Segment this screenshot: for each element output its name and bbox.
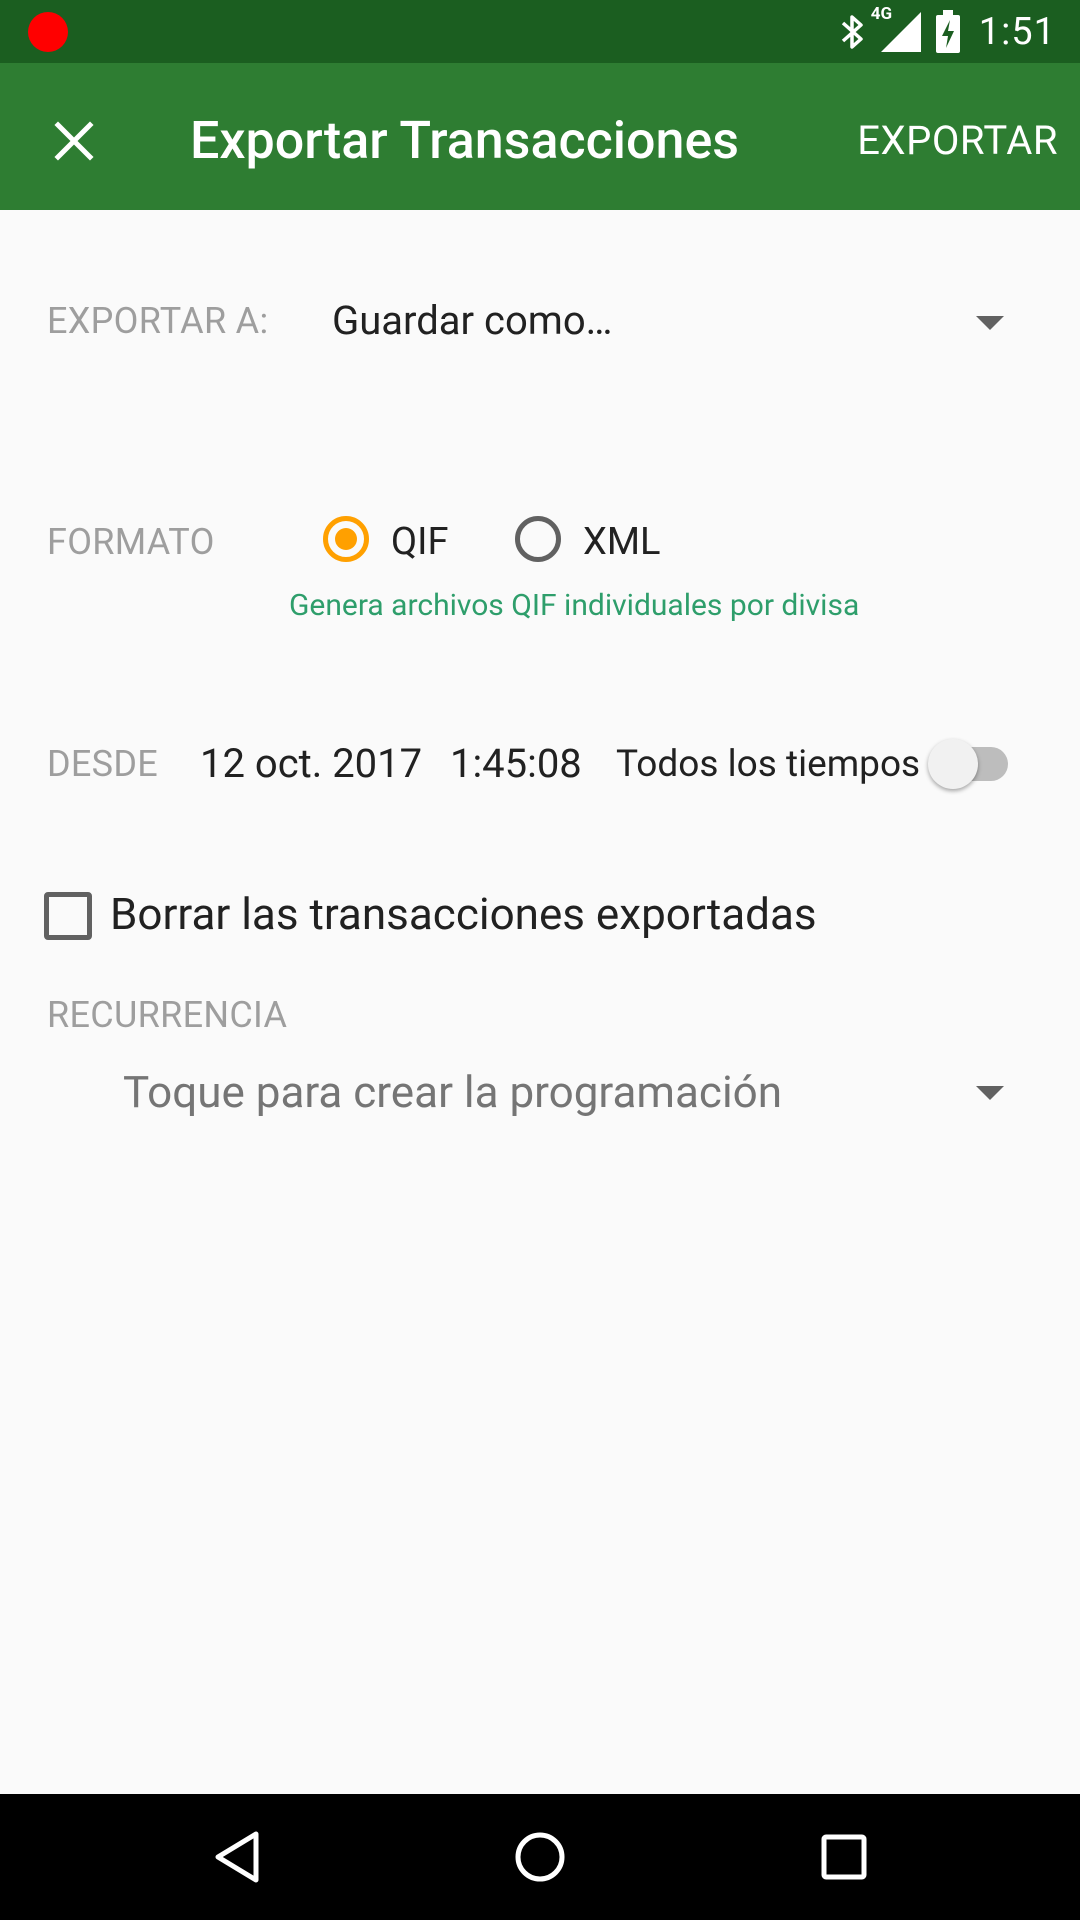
- status-time: 1:51: [978, 10, 1056, 54]
- status-bar: 4G 1:51: [0, 0, 1080, 63]
- export-to-label: EXPORTAR A:: [47, 300, 269, 342]
- switch-thumb: [928, 739, 978, 789]
- radio-checked-icon: [323, 516, 369, 562]
- radio-qif[interactable]: QIF: [315, 510, 465, 574]
- recurrence-dropdown[interactable]: Toque para crear la programación: [110, 1062, 1020, 1126]
- radio-unchecked-icon: [515, 516, 561, 562]
- app-bar: Exportar Transacciones EXPORTAR: [0, 63, 1080, 210]
- radio-xml-label: XML: [583, 520, 661, 564]
- network-type-label: 4G: [870, 4, 893, 24]
- format-label: FORMATO: [47, 521, 215, 563]
- home-button[interactable]: [505, 1822, 575, 1892]
- navigation-bar: [0, 1794, 1080, 1920]
- back-icon: [215, 1831, 259, 1883]
- close-icon: [54, 121, 94, 161]
- export-to-selected: Guardar como…: [332, 297, 613, 344]
- all-time-label: Todos los tiempos: [616, 743, 921, 786]
- signal-icon: 4G: [871, 4, 923, 54]
- radio-qif-label: QIF: [391, 520, 449, 564]
- home-icon: [515, 1832, 565, 1882]
- export-to-dropdown[interactable]: Guardar como…: [320, 285, 1020, 359]
- checkbox-icon: [44, 892, 92, 940]
- since-date[interactable]: 12 oct. 2017: [200, 740, 422, 787]
- since-label: DESDE: [47, 743, 159, 785]
- back-button[interactable]: [202, 1822, 272, 1892]
- since-time[interactable]: 1:45:08: [450, 740, 582, 787]
- recents-button[interactable]: [809, 1822, 879, 1892]
- radio-xml[interactable]: XML: [507, 510, 677, 574]
- export-button[interactable]: EXPORTAR: [857, 101, 1058, 181]
- chevron-down-icon: [976, 316, 1004, 330]
- bluetooth-icon: [841, 15, 863, 49]
- recurrence-placeholder: Toque para crear la programación: [123, 1066, 783, 1118]
- chevron-down-icon: [976, 1086, 1004, 1100]
- recurrence-label: RECURRENCIA: [47, 994, 288, 1036]
- delete-exported-checkbox-row[interactable]: Borrar las transacciones exportadas: [40, 880, 920, 952]
- delete-exported-label: Borrar las transacciones exportadas: [110, 888, 817, 940]
- recents-icon: [821, 1834, 867, 1880]
- page-title: Exportar Transacciones: [190, 110, 740, 171]
- battery-icon: [935, 10, 960, 53]
- all-time-switch[interactable]: [928, 738, 1012, 790]
- recording-dot-icon: [28, 12, 68, 52]
- format-hint: Genera archivos QIF individuales por div…: [289, 588, 860, 623]
- status-icons: 4G 1:51: [839, 4, 1056, 56]
- close-button[interactable]: [34, 101, 114, 181]
